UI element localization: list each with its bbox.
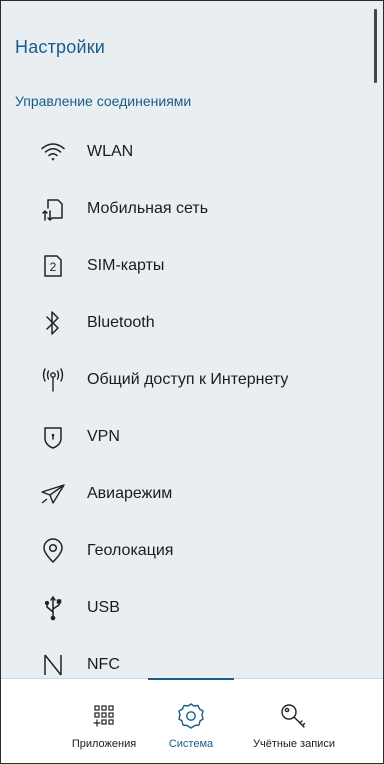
key-icon [279, 701, 309, 731]
list-item-sim-cards[interactable]: 2 SIM-карты [1, 246, 361, 286]
tab-label: Приложения [71, 738, 137, 750]
hotspot-icon [39, 366, 67, 394]
svg-text:2: 2 [50, 260, 57, 274]
wifi-icon [39, 138, 67, 166]
item-label: WLAN [87, 143, 134, 160]
bottom-navigation: Приложения Система Учётные записи [1, 678, 383, 763]
tab-accounts[interactable]: Учётные записи [239, 679, 349, 763]
mobile-network-icon [39, 195, 67, 223]
tab-label: Система [168, 738, 214, 750]
list-item-location[interactable]: Геолокация [1, 531, 361, 571]
apps-grid-icon [89, 701, 119, 731]
item-label: USB [87, 599, 120, 616]
list-item-bluetooth[interactable]: Bluetooth [1, 303, 361, 343]
nfc-icon [39, 651, 67, 679]
item-label: SIM-карты [87, 257, 165, 274]
tab-system[interactable]: Система [146, 679, 236, 763]
tab-label: Учётные записи [253, 738, 335, 750]
item-label: NFC [87, 656, 120, 673]
list-item-wlan[interactable]: WLAN [1, 132, 361, 172]
list-item-airplane-mode[interactable]: Авиарежим [1, 474, 361, 514]
item-label: Bluetooth [87, 314, 155, 331]
section-title: Управление соединениями [15, 93, 192, 109]
list-item-hotspot[interactable]: Общий доступ к Интернету [1, 360, 361, 400]
item-label: Авиарежим [87, 485, 173, 502]
location-pin-icon [39, 537, 67, 565]
item-label: Геолокация [87, 542, 174, 559]
item-label: VPN [87, 428, 120, 445]
tab-apps[interactable]: Приложения [59, 679, 149, 763]
list-item-usb[interactable]: USB [1, 588, 361, 628]
bluetooth-icon [39, 309, 67, 337]
settings-screen: Настройки Управление соединениями WLAN М… [0, 0, 384, 764]
vpn-shield-icon [39, 423, 67, 451]
sim-card-icon: 2 [39, 252, 67, 280]
list-item-vpn[interactable]: VPN [1, 417, 361, 457]
item-label: Общий доступ к Интернету [87, 371, 289, 388]
airplane-icon [39, 480, 67, 508]
item-label: Мобильная сеть [87, 200, 209, 217]
scrollbar[interactable] [374, 9, 377, 83]
list-item-mobile-network[interactable]: Мобильная сеть [1, 189, 361, 229]
usb-icon [39, 594, 67, 622]
gear-icon [176, 701, 206, 731]
page-title: Настройки [15, 37, 106, 57]
